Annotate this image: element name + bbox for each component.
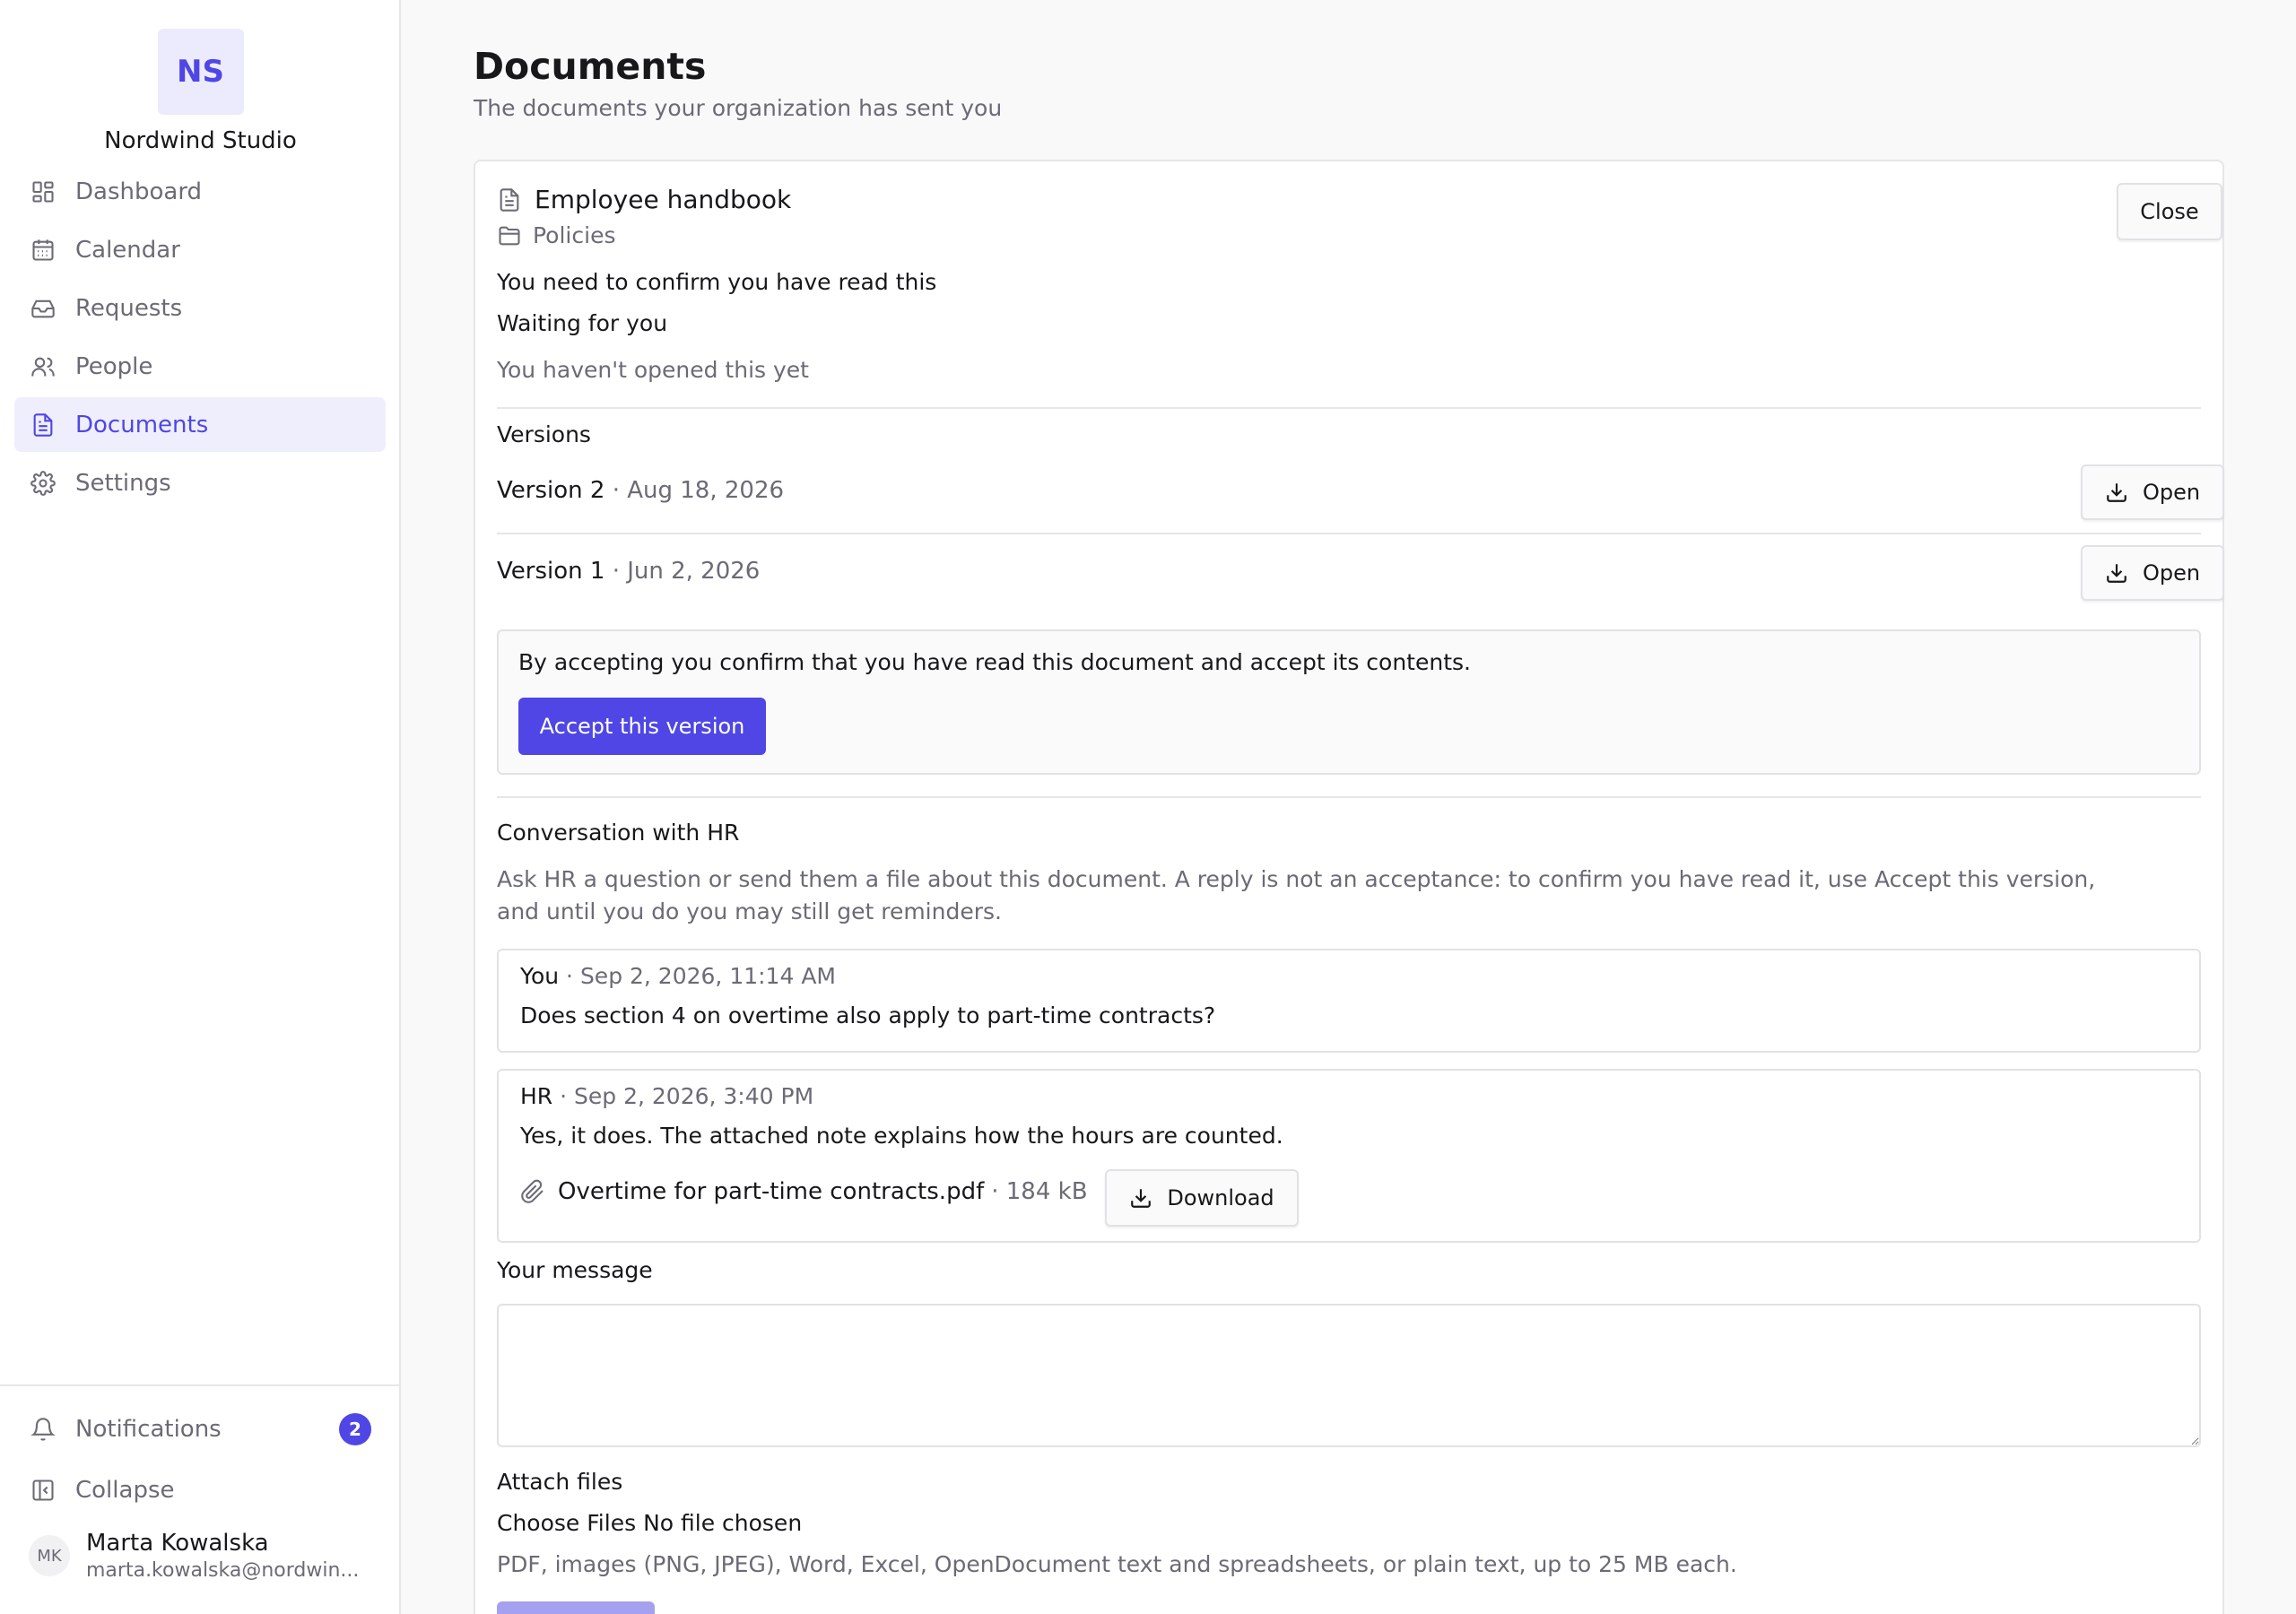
sidebar-item-label: Dashboard xyxy=(75,178,203,205)
close-button[interactable]: Close xyxy=(2117,183,2222,240)
conversation-heading: Conversation with HR xyxy=(497,820,740,846)
message-text: Yes, it does. The attached note explains… xyxy=(520,1123,1283,1149)
users-icon xyxy=(29,352,57,381)
version-label: Version 2 xyxy=(497,477,605,504)
download-icon xyxy=(2105,481,2128,504)
download-icon xyxy=(2105,561,2128,585)
download-label: Download xyxy=(1167,1185,1274,1210)
notifications-count-badge: 2 xyxy=(339,1413,371,1445)
bell-icon xyxy=(29,1415,57,1444)
inbox-icon xyxy=(29,294,57,323)
message-card: HR · Sep 2, 2026, 3:40 PM Yes, it does. … xyxy=(497,1069,2201,1243)
sidebar-item-dashboard[interactable]: Dashboard xyxy=(14,164,386,219)
sidebar-item-label: People xyxy=(75,352,153,380)
sidebar-item-documents[interactable]: Documents xyxy=(14,397,386,452)
message-card: You · Sep 2, 2026, 11:14 AM Does section… xyxy=(497,949,2201,1053)
sidebar-item-calendar[interactable]: Calendar xyxy=(14,222,386,277)
brand-logo: NS xyxy=(157,29,244,115)
version-date: · Jun 2, 2026 xyxy=(612,558,761,585)
avatar: MK xyxy=(29,1535,70,1576)
conversation-help-line2: and until you do you may still get remin… xyxy=(497,898,1002,924)
document-title: Employee handbook xyxy=(535,185,792,214)
message-time: · Sep 2, 2026, 11:14 AM xyxy=(566,963,836,989)
notifications-label: Notifications xyxy=(75,1416,222,1443)
document-icon xyxy=(497,187,522,213)
accept-panel: By accepting you confirm that you have r… xyxy=(497,629,2201,775)
versions-heading: Versions xyxy=(497,421,591,447)
open-label: Open xyxy=(2142,480,2201,505)
collapse-label: Collapse xyxy=(75,1477,175,1504)
collapse-button[interactable]: Collapse xyxy=(14,1463,386,1517)
message-author: You xyxy=(520,963,560,989)
attachment-name[interactable]: Overtime for part-time contracts.pdf xyxy=(558,1178,984,1205)
requirement-text: You need to confirm you have read this xyxy=(497,269,937,295)
version-row-label: Version 2 · Aug 18, 2026 xyxy=(497,477,784,504)
message-field-label: Your message xyxy=(497,1257,653,1283)
version-row-label: Version 1 · Jun 2, 2026 xyxy=(497,558,760,585)
sidebar-item-label: Calendar xyxy=(75,236,180,264)
notifications-button[interactable]: Notifications 2 xyxy=(14,1402,386,1456)
sidebar-item-label: Requests xyxy=(75,294,183,322)
page-title: Documents xyxy=(474,45,707,88)
folder-icon xyxy=(497,223,522,248)
user-profile[interactable]: MK Marta Kowalska marta.kowalska@nordwin… xyxy=(29,1528,359,1584)
sidebar-item-settings[interactable]: Settings xyxy=(14,456,386,510)
sidebar-item-requests[interactable]: Requests xyxy=(14,281,386,335)
divider xyxy=(497,407,2201,409)
sidebar-footer: Notifications 2 Collapse xyxy=(0,1384,401,1504)
divider xyxy=(497,796,2201,798)
accept-version-button[interactable]: Accept this version xyxy=(518,698,766,755)
file-help-text: PDF, images (PNG, JPEG), Word, Excel, Op… xyxy=(497,1551,1737,1577)
file-status: No file chosen xyxy=(643,1510,803,1536)
version-label: Version 1 xyxy=(497,558,605,585)
document-folder: Policies xyxy=(533,222,616,248)
open-version-2-button[interactable]: Open xyxy=(2081,464,2224,520)
paperclip-icon xyxy=(520,1179,545,1204)
sidebar-item-label: Documents xyxy=(75,411,209,438)
message-time: · Sep 2, 2026, 3:40 PM xyxy=(560,1083,814,1109)
divider xyxy=(497,533,2201,534)
choose-files-button[interactable]: Choose Files xyxy=(497,1510,636,1536)
open-label: Open xyxy=(2142,560,2201,586)
message-input[interactable] xyxy=(497,1304,2201,1447)
brand: NS Nordwind Studio xyxy=(0,29,401,154)
gear-icon xyxy=(29,469,57,498)
message-meta: HR · Sep 2, 2026, 3:40 PM xyxy=(520,1083,813,1109)
brand-name: Nordwind Studio xyxy=(104,127,297,154)
file-picker[interactable]: Choose Files No file chosen xyxy=(497,1510,802,1536)
sidebar-nav: Dashboard Calendar Requests People Docum… xyxy=(14,164,386,514)
download-attachment-button[interactable]: Download xyxy=(1105,1169,1299,1227)
sidebar-item-people[interactable]: People xyxy=(14,339,386,394)
attachment-row: Overtime for part-time contracts.pdf · 1… xyxy=(520,1178,1088,1205)
page-subtitle: The documents your organization has sent… xyxy=(474,95,1003,121)
accept-text: By accepting you confirm that you have r… xyxy=(518,649,1471,675)
attachment-size: · 184 kB xyxy=(991,1178,1088,1205)
sidebar-item-label: Settings xyxy=(75,469,171,497)
message-meta: You · Sep 2, 2026, 11:14 AM xyxy=(520,963,836,989)
download-icon xyxy=(1129,1186,1152,1210)
document-folder-row: Policies xyxy=(497,222,615,248)
document-detail-card: Employee handbook Policies Close You nee… xyxy=(474,160,2224,1614)
conversation-help-line1: Ask HR a question or send them a file ab… xyxy=(497,866,2096,892)
opened-status-text: You haven't opened this yet xyxy=(497,357,809,383)
version-date: · Aug 18, 2026 xyxy=(612,477,785,504)
message-author: HR xyxy=(520,1083,553,1109)
sidebar-collapse-icon xyxy=(29,1476,57,1505)
user-email: marta.kowalska@nordwin... xyxy=(86,1559,360,1582)
sidebar: NS Nordwind Studio Dashboard Calendar Re… xyxy=(0,0,401,1614)
grid-icon xyxy=(29,178,57,206)
attach-files-label: Attach files xyxy=(497,1469,623,1495)
document-title-row: Employee handbook xyxy=(497,185,791,214)
status-text: Waiting for you xyxy=(497,310,668,336)
message-text: Does section 4 on overtime also apply to… xyxy=(520,1002,1216,1028)
document-icon xyxy=(29,411,57,439)
user-name: Marta Kowalska xyxy=(86,1530,269,1557)
calendar-icon xyxy=(29,236,57,265)
send-button[interactable] xyxy=(497,1601,655,1614)
open-version-1-button[interactable]: Open xyxy=(2081,545,2224,601)
